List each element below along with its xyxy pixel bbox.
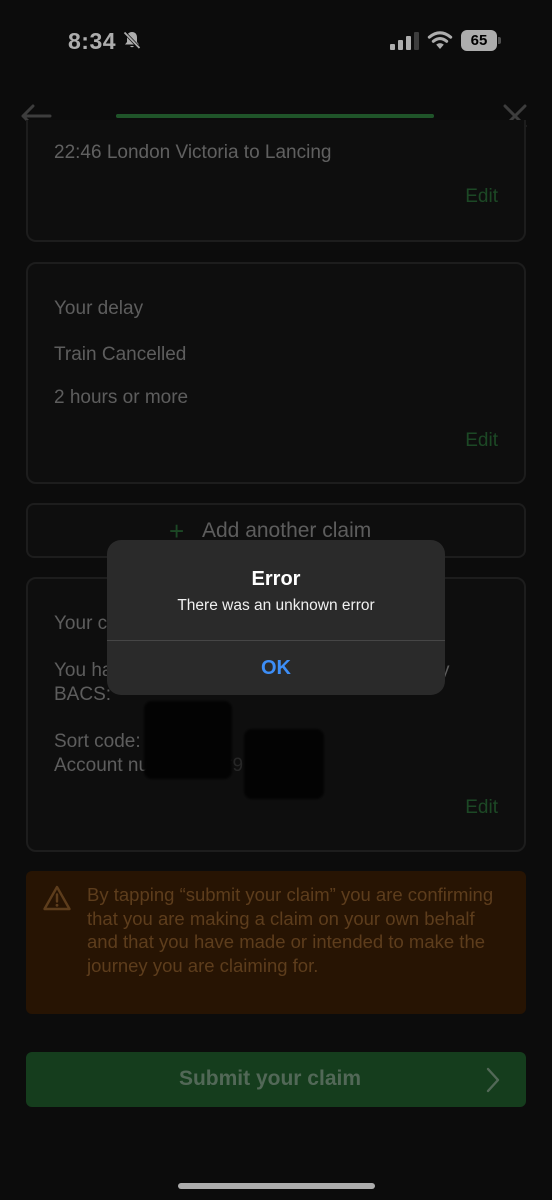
claim-review-screen: 8:34 65 22:46 London Victoria to Lancing…	[0, 0, 552, 1200]
dialog-title: Error	[251, 568, 301, 590]
dialog-message: There was an unknown error	[177, 597, 375, 614]
error-dialog: Error There was an unknown error OK	[107, 540, 445, 695]
ok-button[interactable]: OK	[107, 641, 445, 695]
